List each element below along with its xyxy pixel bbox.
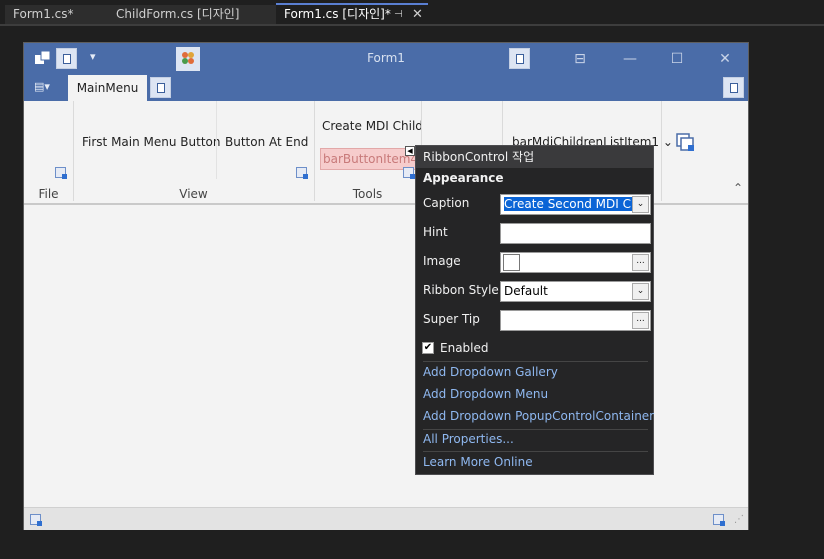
add-status-item-icon[interactable] <box>30 514 42 526</box>
size-grip-icon[interactable]: ⋰ <box>734 514 744 525</box>
add-page-header-icon[interactable] <box>723 77 744 98</box>
tab-form1-designer[interactable]: Form1.cs [디자인]* ⊣ ✕ <box>276 3 428 24</box>
image-field[interactable]: ... <box>500 252 651 273</box>
chevron-down-icon: ⌄ <box>662 135 673 149</box>
create-mdi-child-button[interactable]: Create MDI Child <box>322 119 423 133</box>
tab-form1-cs[interactable]: Form1.cs* <box>5 5 108 24</box>
add-item-icon[interactable] <box>296 167 308 179</box>
super-tip-field[interactable]: ... <box>500 310 651 331</box>
chevron-down-icon[interactable]: ⌄ <box>632 283 649 300</box>
all-properties-link[interactable]: All Properties... <box>423 432 514 446</box>
tab-label: ChildForm.cs [디자인] <box>116 7 240 21</box>
group-separator <box>661 101 662 201</box>
document-tab-strip: Form1.cs* ChildForm.cs [디자인] Form1.cs [디… <box>0 0 824 24</box>
group-separator <box>314 101 315 201</box>
caption-field[interactable]: Create Second MDI Chi ⌄ <box>500 194 651 215</box>
panel-title: RibbonControl 작업 <box>416 146 653 168</box>
group-label-view: View <box>179 187 208 201</box>
group-separator <box>73 101 74 201</box>
add-dropdown-menu-link[interactable]: Add Dropdown Menu <box>423 387 548 401</box>
add-item-icon[interactable] <box>55 167 67 179</box>
add-status-item-right-icon[interactable] <box>713 514 725 526</box>
group-label-file: File <box>38 187 59 201</box>
browse-image-button[interactable]: ... <box>632 254 649 271</box>
enabled-checkbox[interactable]: ✔ <box>422 342 434 354</box>
edit-super-tip-button[interactable]: ... <box>632 312 649 329</box>
add-item-icon[interactable] <box>403 167 415 179</box>
bar-button-item-selected[interactable]: barButtonItem4 <box>320 148 416 170</box>
pin-icon[interactable]: ⊣ <box>394 5 403 24</box>
button-at-end[interactable]: Button At End <box>225 135 308 149</box>
divider <box>423 361 648 362</box>
add-dropdown-gallery-link[interactable]: Add Dropdown Gallery <box>423 365 558 379</box>
add-page-icon[interactable] <box>150 77 171 98</box>
smart-tag-arrow-icon[interactable]: ◀ <box>405 146 415 156</box>
enabled-label: Enabled <box>440 341 489 355</box>
image-preview <box>503 254 520 271</box>
application-menu-icon[interactable]: ▤▾ <box>34 80 56 96</box>
caption-label: Caption <box>423 196 470 210</box>
close-icon[interactable]: ✕ <box>712 49 738 69</box>
ribbon-tab-row: ▤▾ MainMenu <box>24 75 748 101</box>
first-main-menu-button[interactable]: First Main Menu Button <box>82 135 221 149</box>
divider <box>423 429 648 430</box>
close-tab-icon[interactable]: ✕ <box>412 5 423 24</box>
divider <box>423 451 648 452</box>
ribbon-tasks-panel: RibbonControl 작업 Appearance Caption Crea… <box>415 145 654 475</box>
image-label: Image <box>423 254 461 268</box>
ribbon-style-value: Default <box>504 284 548 298</box>
section-appearance: Appearance <box>423 171 504 185</box>
ribbon-status-bar: ⋰ <box>24 507 748 530</box>
minimize-icon[interactable]: — <box>617 49 643 69</box>
ribbon-style-label: Ribbon Style <box>423 283 499 297</box>
super-tip-label: Super Tip <box>423 312 480 326</box>
maximize-icon[interactable]: ☐ <box>664 49 690 69</box>
hint-label: Hint <box>423 225 448 239</box>
hint-field[interactable] <box>500 223 651 244</box>
form-title-bar: ▾ Form1 ⊟ — ☐ ✕ <box>24 43 748 75</box>
add-group-icon[interactable] <box>674 131 696 153</box>
tab-childform-designer[interactable]: ChildForm.cs [디자인] <box>108 5 276 24</box>
button-separator <box>216 101 217 179</box>
collapse-ribbon-icon[interactable]: ⌃ <box>733 181 743 195</box>
restore-down-icon[interactable]: ⊟ <box>567 49 593 69</box>
add-dropdown-popup-container-link[interactable]: Add Dropdown PopupControlContainer <box>423 409 654 423</box>
tab-mainmenu[interactable]: MainMenu <box>68 75 147 101</box>
caption-value: Create Second MDI Chi <box>504 197 642 211</box>
tab-label: Form1.cs* <box>13 7 74 21</box>
chevron-down-icon[interactable]: ⌄ <box>632 196 649 213</box>
learn-more-online-link[interactable]: Learn More Online <box>423 455 533 469</box>
group-label-tools: Tools <box>352 187 383 201</box>
ribbon-style-select[interactable]: Default ⌄ <box>500 281 651 302</box>
tab-label: Form1.cs [디자인]* <box>284 7 391 21</box>
